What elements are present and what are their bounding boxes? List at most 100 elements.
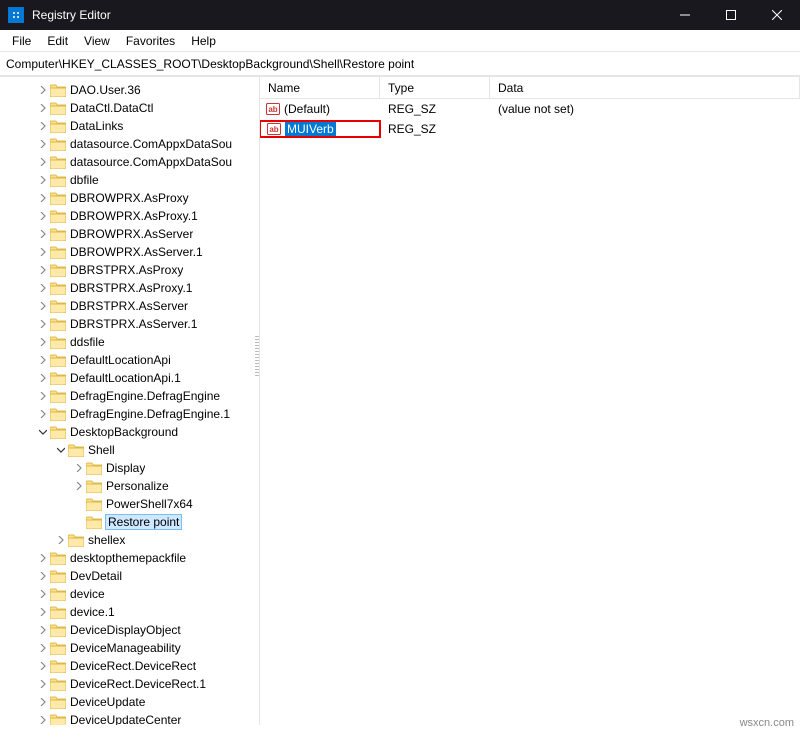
minimize-button[interactable] (662, 0, 708, 30)
chevron-right-icon[interactable] (36, 101, 50, 115)
tree-item[interactable]: datasource.ComAppxDataSou (4, 153, 259, 171)
minimize-icon (680, 10, 690, 20)
tree-item[interactable]: DBROWPRX.AsProxy (4, 189, 259, 207)
tree-item[interactable]: DefaultLocationApi (4, 351, 259, 369)
chevron-right-icon[interactable] (36, 209, 50, 223)
chevron-right-icon[interactable] (36, 173, 50, 187)
chevron-right-icon[interactable] (36, 605, 50, 619)
menu-favorites[interactable]: Favorites (118, 32, 183, 50)
chevron-right-icon[interactable] (36, 83, 50, 97)
window-title: Registry Editor (32, 8, 662, 22)
menu-help[interactable]: Help (183, 32, 224, 50)
maximize-button[interactable] (708, 0, 754, 30)
tree-item[interactable]: DefragEngine.DefragEngine.1 (4, 405, 259, 423)
tree-item[interactable]: Personalize (4, 477, 259, 495)
folder-icon (50, 570, 66, 583)
chevron-right-icon[interactable] (36, 695, 50, 709)
tree-item[interactable]: device.1 (4, 603, 259, 621)
chevron-down-icon[interactable] (36, 425, 50, 439)
chevron-right-icon[interactable] (72, 479, 86, 493)
values-pane: Name Type Data ab(Default)REG_SZ(value n… (260, 77, 800, 725)
menu-view[interactable]: View (76, 32, 118, 50)
tree-item[interactable]: DeviceUpdate (4, 693, 259, 711)
chevron-right-icon[interactable] (36, 137, 50, 151)
tree-item[interactable]: datasource.ComAppxDataSou (4, 135, 259, 153)
tree-item[interactable]: DeviceUpdateCenter (4, 711, 259, 725)
tree-item[interactable]: PowerShell7x64 (4, 495, 259, 513)
tree-item[interactable]: DBRSTPRX.AsProxy.1 (4, 279, 259, 297)
value-row[interactable]: abMUIVerbREG_SZ (260, 119, 800, 139)
tree-item[interactable]: desktopthemepackfile (4, 549, 259, 567)
tree-item[interactable]: DBRSTPRX.AsServer.1 (4, 315, 259, 333)
chevron-right-icon[interactable] (36, 407, 50, 421)
menu-file[interactable]: File (4, 32, 39, 50)
menu-edit[interactable]: Edit (39, 32, 76, 50)
chevron-right-icon[interactable] (36, 245, 50, 259)
chevron-down-icon[interactable] (54, 443, 68, 457)
chevron-right-icon[interactable] (36, 263, 50, 277)
folder-icon (50, 624, 66, 637)
tree-item[interactable]: DBROWPRX.AsServer (4, 225, 259, 243)
column-header-name[interactable]: Name (260, 77, 380, 98)
tree-item[interactable]: DataCtl.DataCtl (4, 99, 259, 117)
tree-item-label: DBROWPRX.AsServer (70, 227, 193, 241)
chevron-right-icon[interactable] (36, 299, 50, 313)
chevron-right-icon[interactable] (36, 227, 50, 241)
chevron-right-icon[interactable] (36, 335, 50, 349)
chevron-right-icon[interactable] (36, 155, 50, 169)
tree-item[interactable]: Restore point (4, 513, 259, 531)
chevron-right-icon[interactable] (54, 533, 68, 547)
tree-item[interactable]: DeviceManageability (4, 639, 259, 657)
chevron-right-icon[interactable] (36, 389, 50, 403)
tree-item[interactable]: DeviceRect.DeviceRect.1 (4, 675, 259, 693)
tree-item[interactable]: ddsfile (4, 333, 259, 351)
registry-tree: DAO.User.36DataCtl.DataCtlDataLinksdatas… (0, 77, 259, 725)
chevron-right-icon[interactable] (36, 353, 50, 367)
tree-item[interactable]: DefragEngine.DefragEngine (4, 387, 259, 405)
tree-item[interactable]: DefaultLocationApi.1 (4, 369, 259, 387)
tree-item[interactable]: DAO.User.36 (4, 81, 259, 99)
chevron-right-icon[interactable] (36, 623, 50, 637)
close-button[interactable] (754, 0, 800, 30)
chevron-right-icon[interactable] (36, 713, 50, 725)
chevron-right-icon[interactable] (36, 587, 50, 601)
chevron-right-icon[interactable] (72, 461, 86, 475)
tree-item[interactable]: DevDetail (4, 567, 259, 585)
chevron-right-icon[interactable] (36, 659, 50, 673)
tree-item[interactable]: DeviceDisplayObject (4, 621, 259, 639)
chevron-right-icon[interactable] (36, 569, 50, 583)
value-row[interactable]: ab(Default)REG_SZ(value not set) (260, 99, 800, 119)
tree-item[interactable]: DesktopBackground (4, 423, 259, 441)
tree-item[interactable]: DBRSTPRX.AsProxy (4, 261, 259, 279)
splitter-grip[interactable] (255, 336, 259, 376)
chevron-right-icon[interactable] (36, 371, 50, 385)
tree-item[interactable]: Shell (4, 441, 259, 459)
tree-item[interactable]: device (4, 585, 259, 603)
column-header-data[interactable]: Data (490, 77, 800, 98)
tree-scroll[interactable]: DAO.User.36DataCtl.DataCtlDataLinksdatas… (0, 77, 259, 725)
folder-icon (50, 336, 66, 349)
tree-item[interactable]: DBRSTPRX.AsServer (4, 297, 259, 315)
folder-icon (50, 372, 66, 385)
tree-item[interactable]: DeviceRect.DeviceRect (4, 657, 259, 675)
tree-item[interactable]: DataLinks (4, 117, 259, 135)
tree-item-label: shellex (88, 533, 125, 547)
chevron-right-icon[interactable] (36, 317, 50, 331)
folder-icon (50, 318, 66, 331)
chevron-right-icon[interactable] (36, 191, 50, 205)
chevron-right-icon[interactable] (36, 551, 50, 565)
tree-item[interactable]: Display (4, 459, 259, 477)
column-header-type[interactable]: Type (380, 77, 490, 98)
tree-item[interactable]: DBROWPRX.AsProxy.1 (4, 207, 259, 225)
value-name-cell[interactable]: ab(Default) (260, 102, 380, 116)
chevron-right-icon[interactable] (36, 641, 50, 655)
addressbar[interactable]: Computer\HKEY_CLASSES_ROOT\DesktopBackgr… (0, 52, 800, 76)
chevron-right-icon[interactable] (36, 281, 50, 295)
tree-item-label: DevDetail (70, 569, 122, 583)
tree-item[interactable]: dbfile (4, 171, 259, 189)
chevron-right-icon[interactable] (36, 119, 50, 133)
value-name-cell[interactable]: abMUIVerb (260, 121, 380, 137)
chevron-right-icon[interactable] (36, 677, 50, 691)
tree-item[interactable]: DBROWPRX.AsServer.1 (4, 243, 259, 261)
tree-item[interactable]: shellex (4, 531, 259, 549)
